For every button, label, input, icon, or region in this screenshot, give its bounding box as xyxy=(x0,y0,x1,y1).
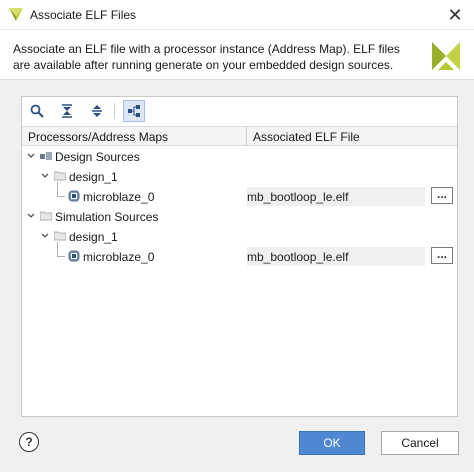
browse-elf-button[interactable]: ... xyxy=(431,247,453,264)
chevron-down-icon[interactable] xyxy=(26,151,36,161)
dialog-description: Associate an ELF file with a processor i… xyxy=(13,42,400,72)
elf-file-cell[interactable]: mb_bootloop_le.elf xyxy=(247,247,425,266)
column-header-processors[interactable]: Processors/Address Maps xyxy=(28,130,168,144)
browse-elf-button[interactable]: ... xyxy=(431,187,453,204)
tree-toolbar xyxy=(22,97,457,125)
tree-label: design_1 xyxy=(69,230,118,244)
folder-icon xyxy=(54,231,66,241)
tree-label: Simulation Sources xyxy=(55,210,159,224)
hierarchy-button[interactable] xyxy=(123,100,145,122)
chevron-down-icon[interactable] xyxy=(40,171,50,181)
elf-association-panel: Processors/Address Maps Associated ELF F… xyxy=(21,96,458,417)
column-divider[interactable] xyxy=(246,127,247,146)
table-header: Processors/Address Maps Associated ELF F… xyxy=(22,126,457,146)
tree-label: microblaze_0 xyxy=(83,250,155,264)
tree-label: design_1 xyxy=(69,170,118,184)
window-title: Associate ELF Files xyxy=(30,8,137,22)
tree-row-microblaze-0[interactable]: microblaze_0 mb_bootloop_le.elf ... xyxy=(22,187,457,207)
folder-icon xyxy=(40,211,52,221)
chevron-down-icon[interactable] xyxy=(40,231,50,241)
folder-icon xyxy=(54,171,66,181)
search-button[interactable] xyxy=(26,100,48,122)
vivado-app-icon xyxy=(9,8,23,21)
hierarchy-icon xyxy=(128,105,140,117)
elf-file-cell[interactable]: mb_bootloop_le.elf xyxy=(247,187,425,206)
ok-button[interactable]: OK xyxy=(299,431,365,455)
processor-chip-icon xyxy=(68,190,80,202)
collapse-all-icon xyxy=(62,104,72,118)
help-button[interactable]: ? xyxy=(19,432,39,452)
expand-all-button[interactable] xyxy=(86,100,108,122)
source-set-icon xyxy=(40,152,52,160)
tree-label: microblaze_0 xyxy=(83,190,155,204)
tree-label: Design Sources xyxy=(55,150,140,164)
tree-row-design-sources[interactable]: Design Sources xyxy=(22,147,457,167)
processor-chip-icon xyxy=(68,250,80,262)
title-bar: Associate ELF Files ✕ xyxy=(0,0,474,30)
xilinx-logo-icon xyxy=(432,42,460,70)
elf-file-value: mb_bootloop_le.elf xyxy=(247,250,349,264)
column-header-elf-file[interactable]: Associated ELF File xyxy=(253,130,360,144)
search-icon xyxy=(30,104,44,118)
chevron-down-icon[interactable] xyxy=(26,211,36,221)
header-band: Associate an ELF file with a processor i… xyxy=(0,30,474,80)
tree-row-design-1[interactable]: design_1 xyxy=(22,227,457,247)
toolbar-separator xyxy=(114,103,115,119)
cancel-button[interactable]: Cancel xyxy=(381,431,459,455)
close-icon[interactable]: ✕ xyxy=(444,4,466,26)
collapse-all-button[interactable] xyxy=(56,100,78,122)
elf-file-value: mb_bootloop_le.elf xyxy=(247,190,349,204)
expand-all-icon xyxy=(92,105,102,117)
tree-row-design-1[interactable]: design_1 xyxy=(22,167,457,187)
tree-row-simulation-sources[interactable]: Simulation Sources xyxy=(22,207,457,227)
tree-row-microblaze-0[interactable]: microblaze_0 mb_bootloop_le.elf ... xyxy=(22,247,457,267)
